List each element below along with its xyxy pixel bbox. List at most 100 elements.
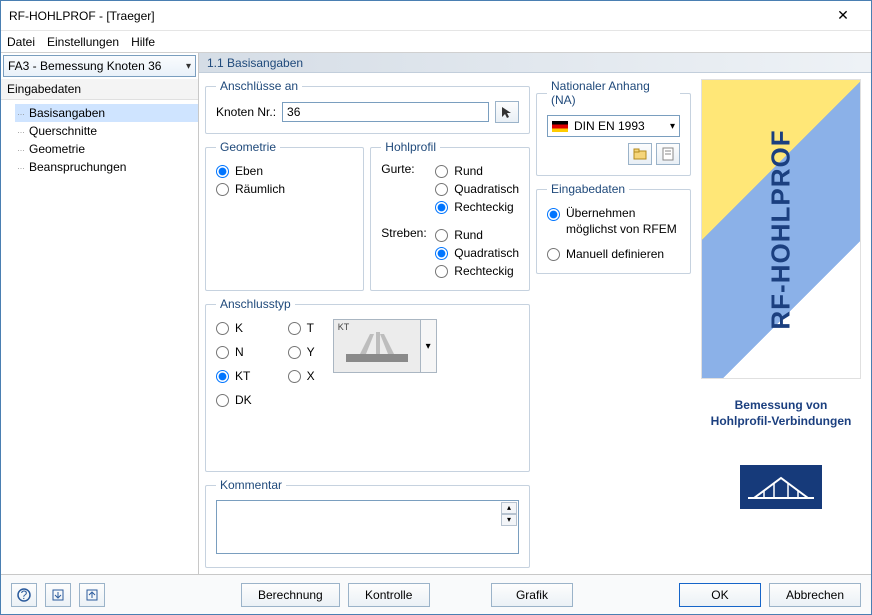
footer: ? Berechnung Kontrolle Grafik OK Abbrech… bbox=[1, 574, 871, 614]
connection-icon bbox=[342, 326, 412, 366]
label-t: T bbox=[307, 321, 314, 335]
label-gurte-rect: Rechteckig bbox=[454, 200, 513, 214]
radio-uebernehmen[interactable] bbox=[547, 208, 560, 221]
gurte-label: Gurte: bbox=[381, 162, 429, 176]
body: FA3 - Bemessung Knoten 36 ▾ Eingabedaten… bbox=[1, 53, 871, 574]
svg-text:?: ? bbox=[21, 588, 28, 602]
label-dk: DK bbox=[235, 393, 252, 407]
case-combo[interactable]: FA3 - Bemessung Knoten 36 ▾ bbox=[3, 55, 196, 77]
kommentar-input[interactable] bbox=[216, 500, 519, 554]
legend-eingabedaten: Eingabedaten bbox=[547, 182, 629, 196]
group-anschluesse: Anschlüsse an Knoten Nr.: bbox=[205, 79, 530, 134]
radio-gurte-rect[interactable] bbox=[435, 201, 448, 214]
legend-geometrie: Geometrie bbox=[216, 140, 280, 154]
label-y: Y bbox=[307, 345, 315, 359]
label-streben-rund: Rund bbox=[454, 228, 483, 242]
label-manuell: Manuell definieren bbox=[566, 247, 664, 261]
group-eingabedaten: Eingabedaten Übernehmen möglichst von RF… bbox=[536, 182, 691, 274]
tree: Basisangaben Querschnitte Geometrie Bean… bbox=[1, 100, 198, 180]
kontrolle-button[interactable]: Kontrolle bbox=[348, 583, 430, 607]
streben-label: Streben: bbox=[381, 226, 429, 240]
flag-de-icon bbox=[552, 121, 568, 132]
menu-help[interactable]: Hilfe bbox=[131, 35, 155, 49]
pick-node-button[interactable] bbox=[495, 101, 519, 123]
radio-x[interactable] bbox=[288, 370, 301, 383]
tree-item-beanspruchungen[interactable]: Beanspruchungen bbox=[15, 158, 198, 176]
na-edit-button[interactable] bbox=[656, 143, 680, 165]
knoten-label: Knoten Nr.: bbox=[216, 105, 276, 119]
radio-streben-rund[interactable] bbox=[435, 229, 448, 242]
group-kommentar: Kommentar ▴ ▾ bbox=[205, 478, 530, 568]
brand-logo bbox=[740, 465, 822, 509]
legend-na: Nationaler Anhang (NA) bbox=[547, 79, 680, 107]
main: 1.1 Basisangaben Anschlüsse an Knoten Nr… bbox=[199, 53, 871, 574]
dlubal-logo-icon bbox=[746, 472, 816, 502]
col-mid: Nationaler Anhang (NA) DIN EN 1993 ▾ bbox=[536, 79, 691, 568]
legend-anschlusstyp: Anschlusstyp bbox=[216, 297, 295, 311]
berechnung-button[interactable]: Berechnung bbox=[241, 583, 340, 607]
grafik-button[interactable]: Grafik bbox=[491, 583, 573, 607]
radio-manuell[interactable] bbox=[547, 248, 560, 261]
sidebar: FA3 - Bemessung Knoten 36 ▾ Eingabedaten… bbox=[1, 53, 199, 574]
group-na: Nationaler Anhang (NA) DIN EN 1993 ▾ bbox=[536, 79, 691, 176]
radio-streben-quad[interactable] bbox=[435, 247, 448, 260]
page-icon bbox=[661, 147, 675, 161]
close-icon[interactable]: ✕ bbox=[823, 7, 863, 24]
radio-kt[interactable] bbox=[216, 370, 229, 383]
label-k: K bbox=[235, 321, 243, 335]
group-geometrie: Geometrie Eben Räumlich bbox=[205, 140, 364, 291]
import-icon bbox=[51, 588, 65, 602]
radio-n[interactable] bbox=[216, 346, 229, 359]
na-value: DIN EN 1993 bbox=[574, 119, 645, 133]
col-left: Anschlüsse an Knoten Nr.: Geometrie bbox=[205, 79, 530, 568]
folder-icon bbox=[633, 147, 647, 161]
radio-k[interactable] bbox=[216, 322, 229, 335]
tree-root[interactable]: Eingabedaten bbox=[1, 79, 198, 100]
radio-gurte-quad[interactable] bbox=[435, 183, 448, 196]
brand-subtitle: Bemessung von Hohlprofil-Verbindungen bbox=[711, 397, 852, 429]
label-kt: KT bbox=[235, 369, 250, 383]
radio-t[interactable] bbox=[288, 322, 301, 335]
cancel-button[interactable]: Abbrechen bbox=[769, 583, 861, 607]
label-uebernehmen: Übernehmen möglichst von RFEM bbox=[566, 206, 680, 237]
page-title: 1.1 Basisangaben bbox=[199, 53, 871, 73]
knoten-input[interactable] bbox=[282, 102, 489, 122]
export-icon bbox=[85, 588, 99, 602]
help-icon: ? bbox=[17, 588, 31, 602]
na-library-button[interactable] bbox=[628, 143, 652, 165]
app-window: RF-HOHLPROF - [Traeger] ✕ Datei Einstell… bbox=[0, 0, 872, 615]
label-gurte-rund: Rund bbox=[454, 164, 483, 178]
window-title: RF-HOHLPROF - [Traeger] bbox=[9, 9, 823, 23]
menu-settings[interactable]: Einstellungen bbox=[47, 35, 119, 49]
comment-spinner[interactable]: ▴ ▾ bbox=[501, 502, 517, 526]
tree-item-querschnitte[interactable]: Querschnitte bbox=[15, 122, 198, 140]
radio-y[interactable] bbox=[288, 346, 301, 359]
radio-gurte-rund[interactable] bbox=[435, 165, 448, 178]
label-streben-quad: Quadratisch bbox=[454, 246, 519, 260]
thumbnail-dropdown[interactable]: ▾ bbox=[421, 319, 437, 373]
export-button[interactable] bbox=[79, 583, 105, 607]
titlebar: RF-HOHLPROF - [Traeger] ✕ bbox=[1, 1, 871, 31]
ok-button[interactable]: OK bbox=[679, 583, 761, 607]
legend-anschluesse: Anschlüsse an bbox=[216, 79, 302, 93]
label-gurte-quad: Quadratisch bbox=[454, 182, 519, 196]
radio-streben-rect[interactable] bbox=[435, 265, 448, 278]
legend-kommentar: Kommentar bbox=[216, 478, 286, 492]
radio-dk[interactable] bbox=[216, 394, 229, 407]
tree-item-geometrie[interactable]: Geometrie bbox=[15, 140, 198, 158]
brand-sub1: Bemessung von bbox=[735, 398, 828, 412]
chevron-down-icon[interactable]: ▾ bbox=[501, 514, 517, 526]
radio-eben[interactable] bbox=[216, 165, 229, 178]
na-select[interactable]: DIN EN 1993 ▾ bbox=[547, 115, 680, 137]
brand-name: RF-HOHLPROF bbox=[766, 129, 797, 329]
chevron-up-icon[interactable]: ▴ bbox=[501, 502, 517, 514]
chevron-down-icon: ▾ bbox=[670, 121, 675, 132]
tree-item-basisangaben[interactable]: Basisangaben bbox=[15, 104, 198, 122]
import-button[interactable] bbox=[45, 583, 71, 607]
menubar: Datei Einstellungen Hilfe bbox=[1, 31, 871, 53]
menu-file[interactable]: Datei bbox=[7, 35, 35, 49]
radio-raeumlich[interactable] bbox=[216, 183, 229, 196]
label-n: N bbox=[235, 345, 244, 359]
brand-panel: RF-HOHLPROF Bemessung von Hohlprofil-Ver… bbox=[697, 79, 865, 568]
help-button[interactable]: ? bbox=[11, 583, 37, 607]
